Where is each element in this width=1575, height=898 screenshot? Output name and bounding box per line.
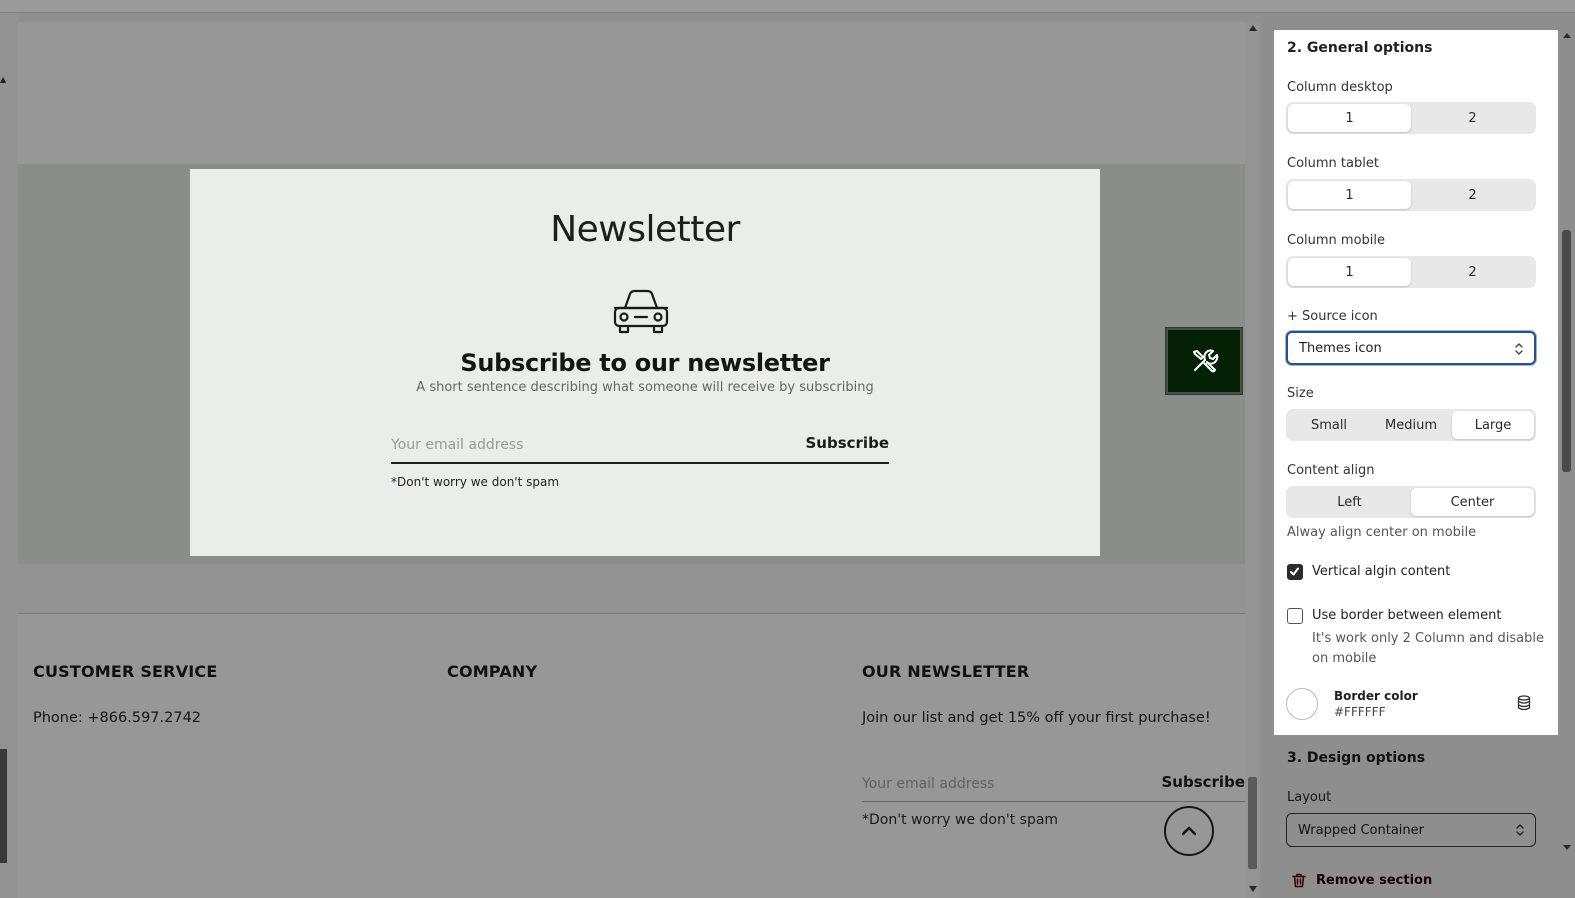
scroll-up-icon[interactable] [1563, 33, 1571, 38]
newsletter-card: Newsletter Subscribe to our newsletter A… [190, 169, 1100, 556]
design-options-panel: 3. Design options Layout Wrapped Contain… [1274, 735, 1558, 898]
footer-subscribe-button[interactable]: Subscribe [1162, 773, 1246, 791]
settings-scrollbar[interactable] [1558, 13, 1575, 898]
collapse-arrow-icon[interactable]: ▲ [0, 75, 6, 84]
scroll-down-icon[interactable] [1563, 845, 1571, 850]
newsletter-note: *Don't worry we don't spam [391, 475, 560, 489]
footer-heading: OUR NEWSLETTER [862, 662, 1030, 681]
left-gutter: ▲ [0, 13, 18, 898]
footer-heading: COMPANY [447, 662, 538, 681]
preview-canvas: Newsletter Subscribe to our newsletter A… [18, 22, 1245, 898]
section-tools-button[interactable] [1166, 328, 1242, 394]
footer-phone[interactable]: Phone: +866.597.2742 [33, 710, 218, 726]
preview-top-section [18, 22, 1245, 164]
back-to-top-button[interactable] [1164, 806, 1214, 856]
tools-icon [1193, 349, 1219, 373]
left-resize-handle[interactable] [0, 749, 7, 863]
scroll-down-icon[interactable] [1249, 886, 1257, 892]
remove-section-button[interactable]: Remove section [1292, 873, 1432, 888]
preview-scrollbar[interactable] [1245, 22, 1260, 898]
source-icon-value: Themes icon [1299, 340, 1382, 356]
footer-newsletter-form: Subscribe [862, 772, 1245, 802]
trash-icon [1292, 873, 1306, 888]
content-align-toggle: Left Center [1286, 486, 1536, 518]
settings-scrollbar-thumb[interactable] [1562, 230, 1571, 472]
newsletter-heading: Subscribe to our newsletter [460, 349, 830, 377]
use-border-label[interactable]: Use border between element [1312, 608, 1501, 623]
border-color-value: #FFFFFF [1334, 705, 1386, 719]
column-tablet-label: Column tablet [1287, 156, 1379, 171]
column-desktop-option-2[interactable]: 2 [1411, 104, 1534, 132]
footer-company: COMPANY [447, 662, 537, 681]
border-color-label: Border color [1334, 689, 1418, 703]
design-options-title: 3. Design options [1287, 750, 1426, 766]
column-desktop-toggle: 1 2 [1286, 102, 1536, 134]
general-options-title: 2. General options [1287, 40, 1433, 56]
column-desktop-option-1[interactable]: 1 [1288, 104, 1411, 132]
newsletter-description: A short sentence describing what someone… [416, 380, 874, 395]
content-align-option-center[interactable]: Center [1411, 488, 1534, 516]
remove-section-label: Remove section [1316, 873, 1433, 888]
car-icon [613, 289, 669, 334]
select-arrows-icon [1516, 824, 1524, 836]
column-mobile-option-1[interactable]: 1 [1288, 258, 1411, 286]
footer-heading: CUSTOMER SERVICE [33, 662, 218, 681]
vertical-align-checkbox[interactable] [1287, 564, 1303, 580]
use-border-help: It's work only 2 Column and disable on m… [1312, 631, 1545, 666]
footer-newsletter: OUR NEWSLETTER Join our list and get 15%… [862, 662, 1211, 726]
size-option-small[interactable]: Small [1288, 411, 1370, 439]
size-toggle: Small Medium Large [1286, 409, 1536, 441]
select-arrows-icon [1515, 343, 1523, 355]
column-mobile-option-2[interactable]: 2 [1411, 258, 1534, 286]
column-mobile-label: Column mobile [1287, 233, 1386, 248]
section-gap [18, 564, 1245, 614]
newsletter-subscribe-button[interactable]: Subscribe [806, 434, 890, 452]
scroll-up-icon[interactable] [1249, 25, 1257, 31]
newsletter-email-input[interactable] [391, 434, 791, 456]
column-desktop-label: Column desktop [1287, 80, 1393, 95]
content-align-help: Alway align center on mobile [1287, 525, 1477, 540]
footer-newsletter-note: *Don't worry we don't spam [862, 812, 1059, 828]
preview-scrollbar-thumb[interactable] [1248, 777, 1257, 869]
use-border-checkbox[interactable] [1287, 608, 1303, 624]
layout-select[interactable]: Wrapped Container [1286, 813, 1536, 847]
column-mobile-toggle: 1 2 [1286, 256, 1536, 288]
content-align-label: Content align [1287, 463, 1375, 478]
column-tablet-option-2[interactable]: 2 [1411, 181, 1534, 209]
layout-label: Layout [1287, 790, 1332, 805]
top-bar [0, 0, 1575, 13]
size-label: Size [1287, 386, 1314, 401]
checkmark-icon [1290, 567, 1299, 576]
database-icon[interactable] [1517, 695, 1531, 711]
source-icon-select[interactable]: Themes icon [1286, 331, 1536, 365]
settings-panel: 2. General options Column desktop 1 2 Co… [1274, 30, 1558, 735]
content-align-option-left[interactable]: Left [1288, 488, 1411, 516]
column-tablet-option-1[interactable]: 1 [1288, 181, 1411, 209]
newsletter-title: Newsletter [550, 209, 740, 250]
source-icon-label: + Source icon [1287, 309, 1378, 324]
size-option-large[interactable]: Large [1452, 411, 1534, 439]
layout-value: Wrapped Container [1298, 822, 1424, 838]
vertical-align-label[interactable]: Vertical algin content [1312, 564, 1450, 579]
chevron-up-icon [1181, 826, 1197, 836]
size-option-medium[interactable]: Medium [1370, 411, 1452, 439]
footer-newsletter-text: Join our list and get 15% off your first… [862, 710, 1211, 726]
footer-email-input[interactable] [862, 774, 1152, 794]
footer-customer-service: CUSTOMER SERVICE Phone: +866.597.2742 [33, 662, 218, 726]
border-color-swatch[interactable] [1286, 688, 1318, 720]
column-tablet-toggle: 1 2 [1286, 179, 1536, 211]
newsletter-form: Subscribe [391, 427, 889, 464]
